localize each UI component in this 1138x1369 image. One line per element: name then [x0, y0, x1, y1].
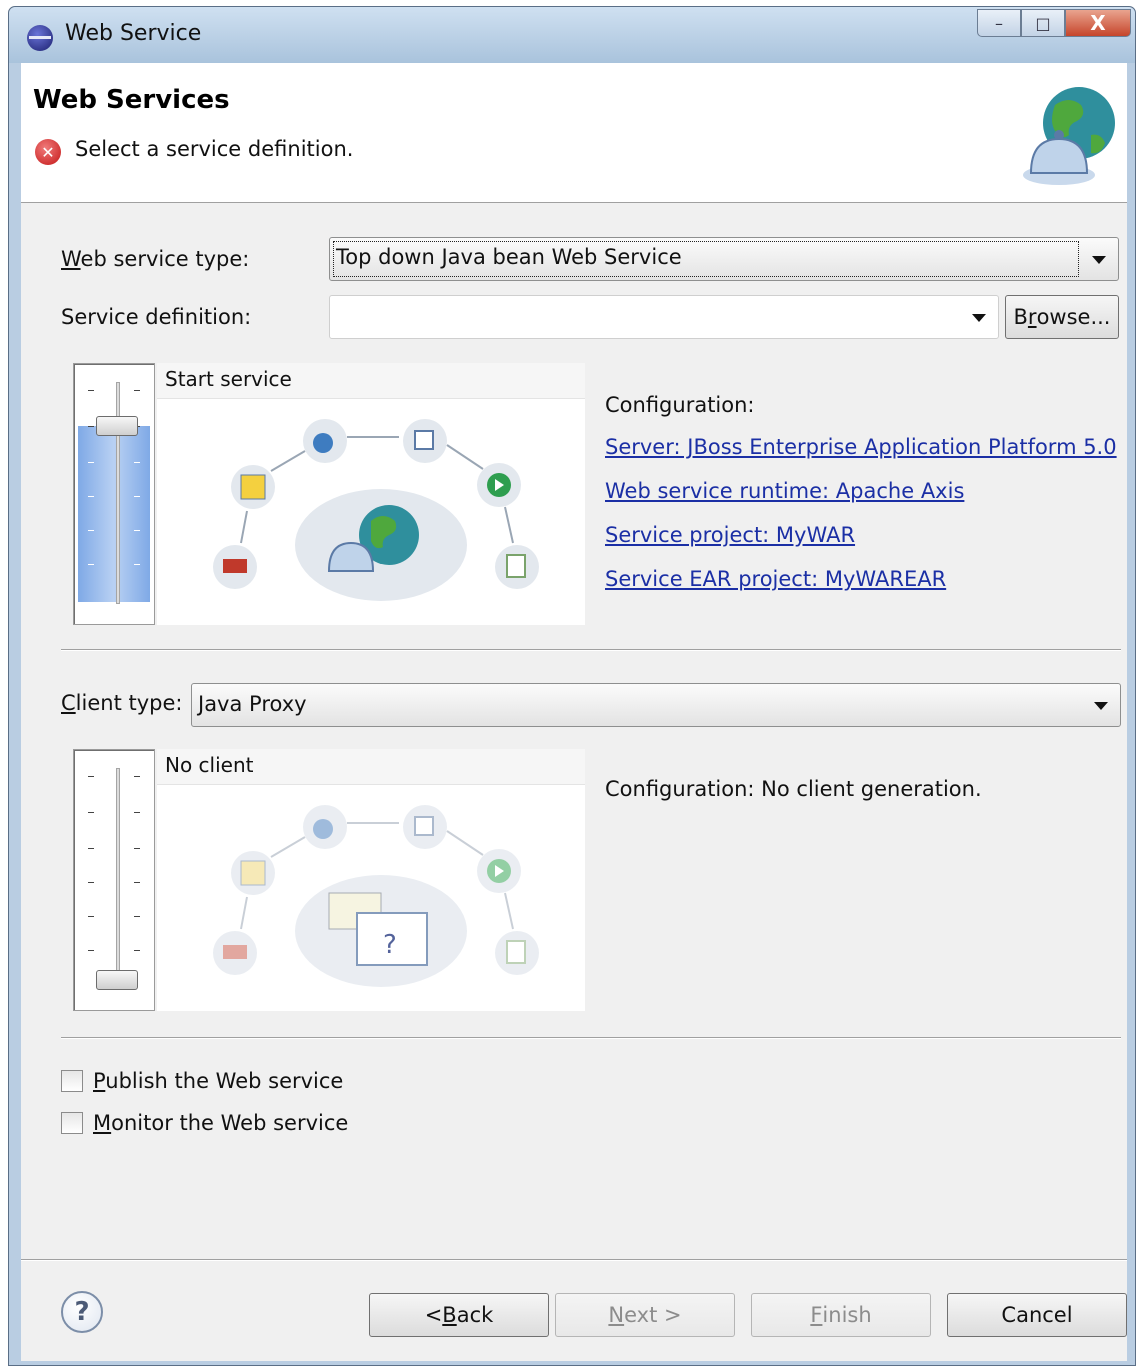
next-button[interactable]: Next >: [555, 1293, 735, 1337]
dialog-window: Web Service – □ X Web Services ✕ Select …: [8, 6, 1136, 1366]
dialog-body: Web Services ✕ Select a service definiti…: [21, 63, 1127, 1361]
page-title: Web Services: [33, 85, 230, 115]
svg-text:?: ?: [383, 930, 397, 960]
service-ear-project-link[interactable]: Service EAR project: MyWAREAR: [605, 567, 946, 591]
finish-button[interactable]: Finish: [751, 1293, 931, 1337]
client-workflow-illustration: ?: [213, 805, 539, 987]
chevron-down-icon: [972, 314, 986, 322]
web-service-type-select[interactable]: Top down Java bean Web Service: [329, 237, 1119, 281]
minimize-button[interactable]: –: [977, 9, 1021, 37]
server-link[interactable]: Server: JBoss Enterprise Application Pla…: [605, 435, 1117, 459]
slider-fill: [78, 426, 150, 602]
globe-bell-icon: [1023, 87, 1115, 185]
web-service-type-value: Top down Java bean Web Service: [333, 241, 1079, 277]
wizard-banner: Web Services ✕ Select a service definiti…: [21, 63, 1127, 203]
client-type-label: Client type:: [61, 691, 183, 715]
separator: [61, 1037, 1121, 1039]
monitor-checkbox[interactable]: Monitor the Web service: [61, 1111, 348, 1135]
error-icon: ✕: [35, 139, 61, 165]
slider-track: [116, 768, 120, 990]
help-icon[interactable]: ?: [61, 1291, 103, 1333]
service-preview-panel: Start service: [157, 363, 585, 625]
cancel-button[interactable]: Cancel: [947, 1293, 1127, 1337]
publish-checkbox[interactable]: Publish the Web service: [61, 1069, 343, 1093]
chevron-down-icon: [1092, 256, 1106, 264]
service-workflow-illustration: [213, 419, 539, 601]
checkbox-box[interactable]: [61, 1112, 83, 1134]
runtime-link[interactable]: Web service runtime: Apache Axis: [605, 479, 964, 503]
eclipse-icon: [27, 25, 53, 51]
back-button[interactable]: < Back: [369, 1293, 549, 1337]
browse-button[interactable]: Br owse...: [1005, 295, 1119, 339]
client-configuration-text: Configuration: No client generation.: [605, 777, 982, 801]
window-title: Web Service: [65, 21, 202, 46]
client-preview-title: No client: [157, 749, 585, 785]
service-configuration-label: Configuration:: [605, 393, 755, 417]
slider-thumb[interactable]: [96, 970, 138, 990]
publish-label: Publish the Web service: [93, 1069, 344, 1093]
chevron-down-icon: [1094, 702, 1108, 710]
separator: [61, 649, 1121, 651]
client-level-slider[interactable]: [73, 749, 155, 1011]
client-type-select[interactable]: Java Proxy: [191, 683, 1121, 727]
service-level-slider[interactable]: [73, 363, 155, 625]
slider-thumb[interactable]: [96, 416, 138, 436]
client-type-value: Java Proxy: [198, 692, 307, 716]
service-definition-input[interactable]: [329, 295, 999, 339]
service-project-link[interactable]: Service project: MyWAR: [605, 523, 855, 547]
service-preview-title: Start service: [157, 363, 585, 399]
window-controls: – □ X: [977, 9, 1131, 37]
title-bar[interactable]: Web Service – □ X: [9, 7, 1135, 63]
web-service-type-label: Web service type:: [61, 247, 250, 271]
client-preview-panel: No client ?: [157, 749, 585, 1011]
monitor-label: Monitor the Web service: [93, 1111, 349, 1135]
status-message: Select a service definition.: [75, 137, 354, 161]
footer-separator: [21, 1259, 1127, 1261]
checkbox-box[interactable]: [61, 1070, 83, 1092]
close-button[interactable]: X: [1065, 9, 1131, 37]
maximize-button[interactable]: □: [1021, 9, 1065, 37]
service-definition-label: Service definition:: [61, 305, 252, 329]
